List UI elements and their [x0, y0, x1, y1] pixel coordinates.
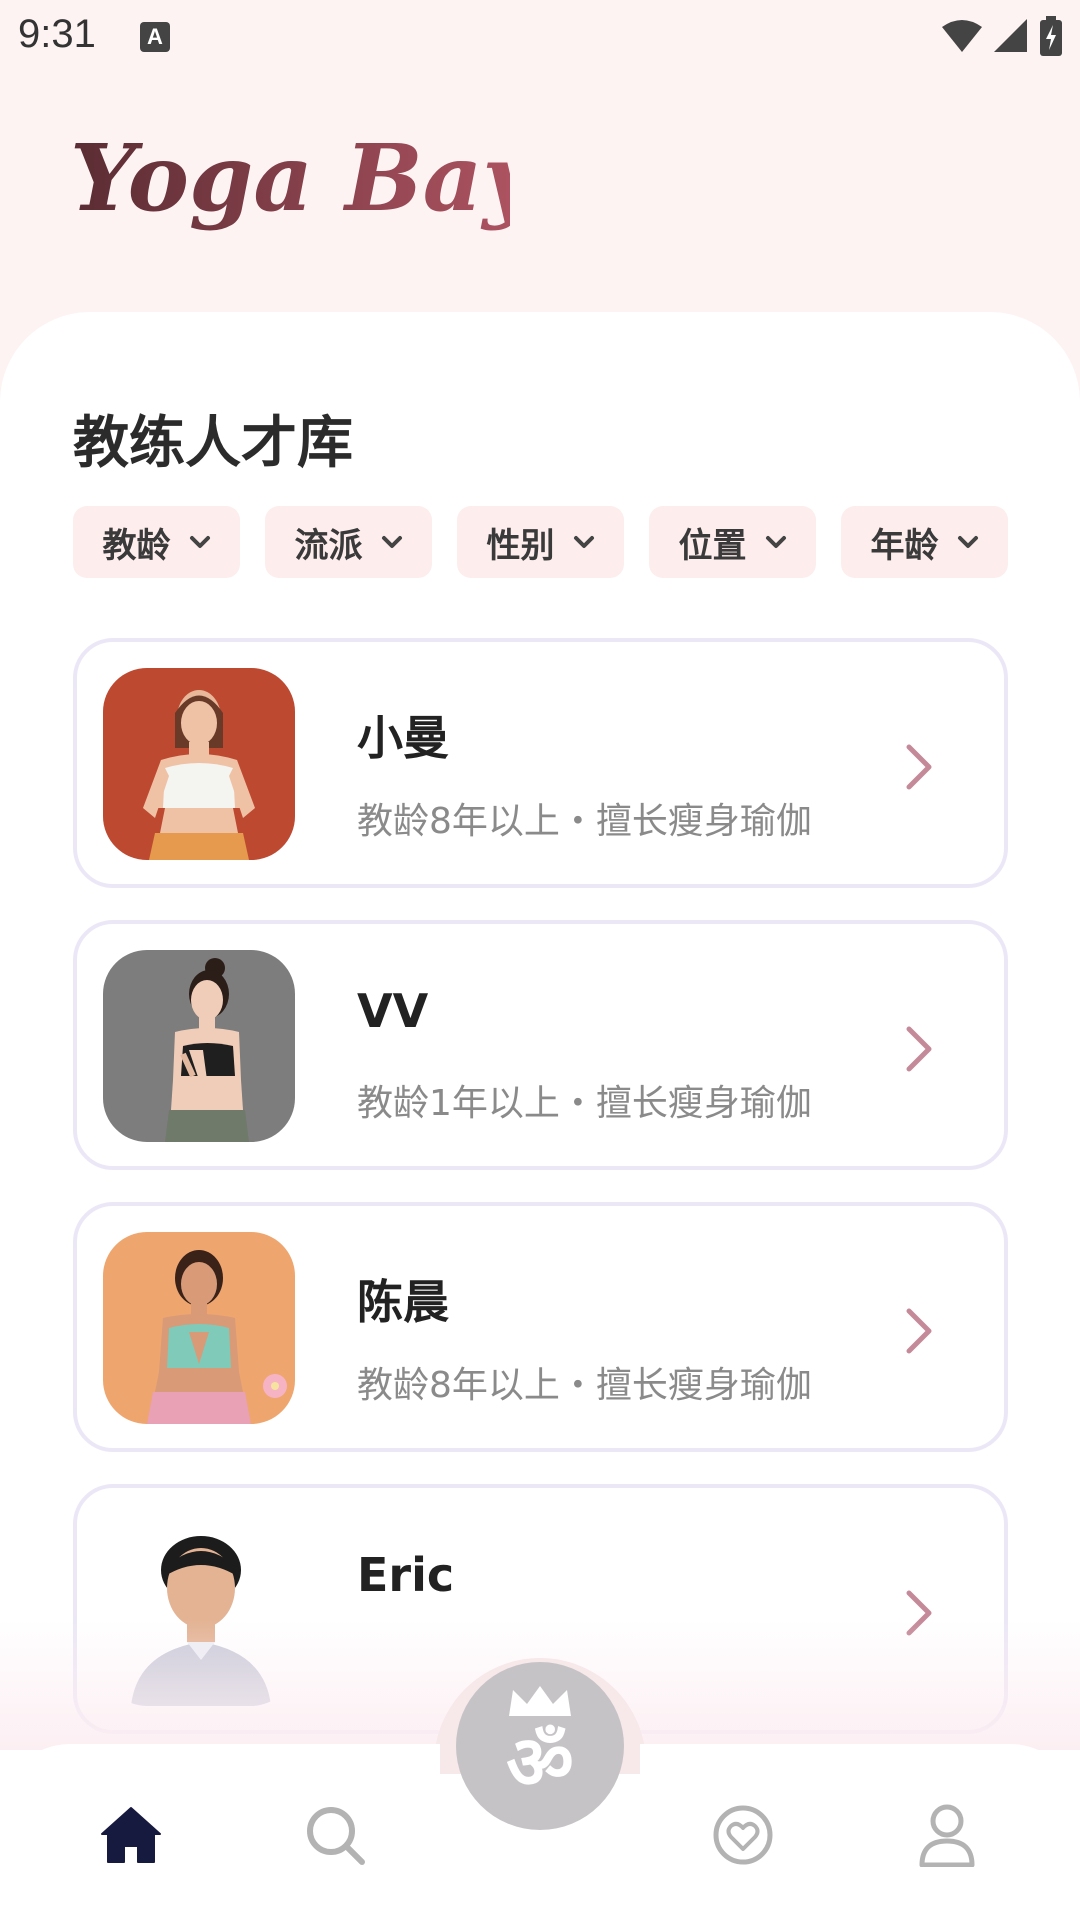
- filter-label: 年龄: [870, 525, 939, 566]
- status-time: 9:31: [18, 12, 96, 56]
- avatar: [103, 950, 295, 1142]
- om-icon: ॐ: [506, 1719, 574, 1806]
- notification-icon: A: [140, 22, 170, 52]
- nav-favorites[interactable]: [708, 1800, 778, 1870]
- nav-search[interactable]: [300, 1800, 370, 1870]
- status-bar: 9:31 A: [0, 0, 1080, 72]
- filter-label: 性别: [486, 525, 555, 566]
- filter-style[interactable]: 流派: [265, 506, 432, 578]
- chevron-down-icon: [381, 536, 402, 548]
- chevron-right-icon: [906, 1026, 932, 1072]
- chevron-down-icon: [957, 536, 978, 548]
- coach-name: Eric: [357, 1548, 455, 1602]
- avatar: [103, 668, 295, 860]
- filter-label: 流派: [294, 525, 363, 566]
- avatar: [103, 1232, 295, 1424]
- signal-icon: [994, 19, 1027, 52]
- coach-photo: [103, 1232, 295, 1424]
- crown-icon: [509, 1686, 571, 1716]
- om-center-button[interactable]: ॐ: [456, 1662, 624, 1830]
- chevron-down-icon: [189, 536, 210, 548]
- chevron-down-icon: [765, 536, 786, 548]
- battery-charging-icon: [1040, 16, 1062, 56]
- heart-icon: [713, 1805, 773, 1865]
- coach-description: 教龄8年以上・擅长瘦身瑜伽: [357, 801, 812, 842]
- app-screen: 9:31 A Yoga Bay 教练人才库 教龄 流派 性别 位置 年龄 小曼 …: [0, 0, 1080, 1920]
- chevron-right-icon: [906, 1308, 932, 1354]
- coach-card[interactable]: 小曼 教龄8年以上・擅长瘦身瑜伽: [73, 638, 1008, 888]
- coach-description: 教龄1年以上・擅长瘦身瑜伽: [357, 1083, 812, 1124]
- coach-photo: [103, 950, 295, 1142]
- filter-label: 教龄: [102, 525, 171, 566]
- status-icons: [942, 14, 1062, 58]
- profile-icon: [919, 1804, 975, 1867]
- filter-label: 位置: [678, 525, 747, 566]
- coach-photo: [103, 668, 295, 860]
- nav-background: [640, 1744, 1080, 1920]
- coach-name: 陈晨: [357, 1275, 449, 1329]
- filter-location[interactable]: 位置: [649, 506, 816, 578]
- coach-name: VV: [357, 984, 429, 1038]
- coach-list: 小曼 教龄8年以上・擅长瘦身瑜伽 VV 教龄1年以上・擅长瘦身瑜伽 陈晨 教龄8…: [73, 638, 1008, 1766]
- home-icon: [101, 1807, 161, 1863]
- coach-card[interactable]: VV 教龄1年以上・擅长瘦身瑜伽: [73, 920, 1008, 1170]
- chevron-right-icon: [906, 744, 932, 790]
- coach-card[interactable]: 陈晨 教龄8年以上・擅长瘦身瑜伽: [73, 1202, 1008, 1452]
- filter-gender[interactable]: 性别: [457, 506, 624, 578]
- coach-name: 小曼: [357, 711, 449, 765]
- filter-teaching-years[interactable]: 教龄: [73, 506, 240, 578]
- filter-bar: 教龄 流派 性别 位置 年龄: [73, 506, 1008, 578]
- coach-description: 教龄8年以上・擅长瘦身瑜伽: [357, 1365, 812, 1406]
- wifi-icon: [942, 20, 982, 52]
- nav-home[interactable]: [96, 1800, 166, 1870]
- nav-background: [0, 1744, 440, 1920]
- logo-text: Yoga Bay: [70, 124, 510, 232]
- search-icon: [307, 1807, 365, 1865]
- chevron-down-icon: [573, 536, 594, 548]
- bottom-nav: ॐ: [0, 1658, 1080, 1920]
- filter-age[interactable]: 年龄: [841, 506, 1008, 578]
- nav-profile[interactable]: [912, 1800, 982, 1870]
- yoga-bay-logo: Yoga Bay: [70, 124, 510, 232]
- page-title: 教练人才库: [73, 411, 353, 476]
